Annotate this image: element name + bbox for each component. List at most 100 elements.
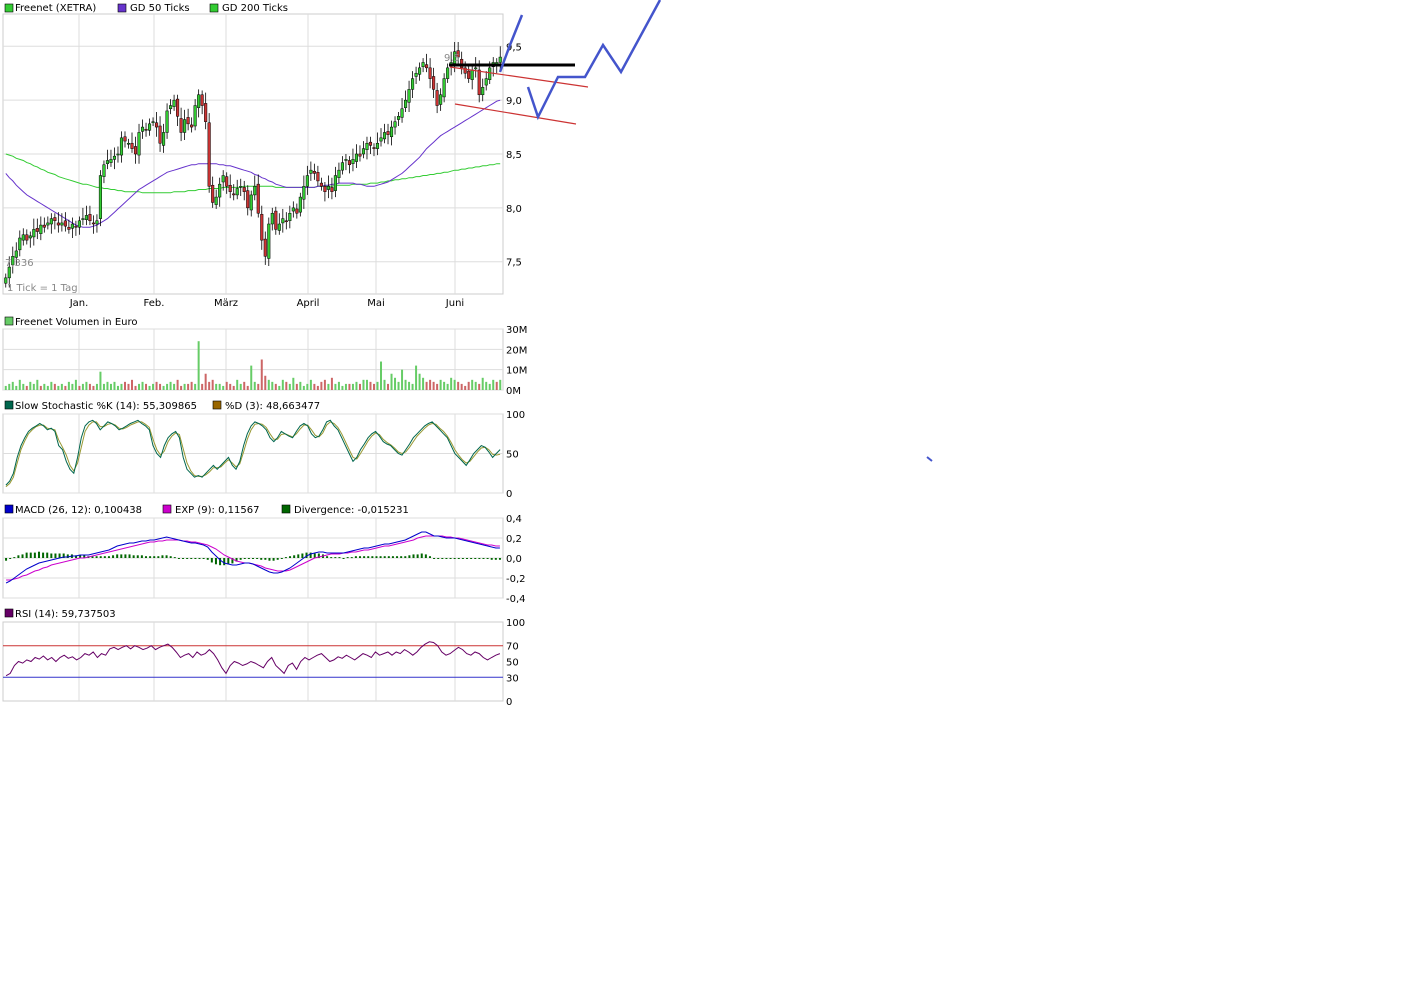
candle-body: [253, 186, 257, 196]
volume-bar: [116, 385, 119, 390]
price-tick-label: 9,0: [506, 96, 522, 107]
volume-bar: [232, 385, 235, 390]
volume-bar: [78, 385, 81, 390]
volume-bar: [85, 381, 88, 390]
volume-bar: [218, 383, 221, 390]
candle-body: [60, 222, 64, 226]
divergence-bar: [466, 558, 469, 559]
chart-canvas: Freenet (XETRA) GD 50 Ticks GD 200 Ticks…: [2, 0, 933, 708]
volume-tick-label: 0M: [506, 386, 521, 397]
candle-body: [155, 122, 159, 128]
volume-bar: [102, 383, 105, 390]
volume-bar: [180, 385, 183, 390]
legend-swatch-rsi: [4, 608, 14, 618]
divergence-bar: [293, 555, 296, 558]
divergence-bar: [482, 558, 485, 559]
candle-body: [375, 142, 380, 149]
divergence-bar: [379, 556, 382, 558]
volume-bar: [285, 381, 288, 390]
volume-bar: [236, 379, 239, 390]
rsi-tick-label: 70: [506, 642, 519, 653]
volume-bar: [383, 379, 386, 390]
month-label: Jan.: [69, 298, 89, 309]
divergence-bar: [165, 555, 168, 558]
candle-body: [74, 225, 78, 228]
divergence-bar: [42, 552, 45, 558]
candle-body: [211, 184, 215, 203]
divergence-bar: [445, 558, 448, 559]
divergence-bar: [326, 556, 329, 558]
volume-frame: [2, 328, 504, 391]
divergence-bar: [412, 554, 415, 558]
candle-body: [158, 125, 162, 144]
volume-bar: [67, 381, 70, 390]
rsi-tick-label: 30: [506, 673, 519, 684]
volume-bar: [271, 381, 274, 390]
divergence-bar: [474, 558, 477, 559]
divergence-bar: [21, 554, 24, 558]
divergence-bar: [252, 558, 254, 559]
divergence-bar: [120, 554, 123, 558]
volume-bar: [450, 377, 453, 390]
volume-bar: [274, 383, 277, 390]
candle-body: [277, 223, 281, 231]
divergence-bar: [494, 558, 497, 560]
volume-bar: [387, 383, 390, 390]
volume-bar: [372, 383, 375, 390]
candle-body: [25, 234, 29, 241]
candle-body: [46, 222, 50, 226]
volume-bar: [341, 385, 344, 390]
divergence-bar: [437, 558, 440, 559]
divergence-bar: [367, 556, 370, 558]
legend-freenet: Freenet (XETRA): [15, 3, 96, 14]
divergence-bar: [29, 552, 32, 558]
divergence-bar: [173, 557, 176, 559]
volume-bar: [460, 383, 463, 390]
volume-bar: [39, 385, 42, 390]
candle-body: [35, 228, 39, 232]
candle-body: [337, 169, 341, 178]
candle-body: [225, 176, 229, 187]
price-tick-label: 8,5: [506, 150, 522, 161]
volume-bar: [432, 381, 435, 390]
volume-bar: [394, 377, 397, 390]
divergence-bar: [383, 556, 386, 558]
volume-bar: [492, 379, 495, 390]
candle-body: [95, 220, 99, 225]
divergence-bar: [428, 556, 431, 558]
volume-bar: [246, 385, 249, 390]
volume-bar: [457, 381, 460, 390]
candle-body: [498, 56, 502, 63]
candle-body: [84, 215, 88, 220]
divergence-bar: [457, 558, 460, 559]
legend-volume: Freenet Volumen in Euro: [15, 317, 137, 328]
divergence-bar: [214, 558, 217, 565]
candle-body: [77, 220, 81, 228]
divergence-bar: [95, 556, 98, 558]
stochastic-tick-label: 50: [506, 450, 519, 461]
month-label: Juni: [445, 298, 464, 309]
candle-body: [274, 210, 278, 230]
divergence-bar: [239, 558, 242, 560]
divergence-bar: [99, 556, 102, 558]
volume-bar: [201, 383, 204, 390]
candle-body: [488, 67, 492, 80]
divergence-bar: [124, 554, 127, 558]
price-tick-label: 7,5: [506, 258, 522, 269]
divergence-bar: [350, 557, 353, 559]
candle-body: [467, 70, 471, 79]
candle-body: [330, 187, 334, 192]
volume-bar: [92, 385, 95, 390]
volume-bar: [194, 383, 197, 390]
candle-body: [242, 187, 246, 192]
candle-body: [351, 159, 355, 164]
volume-bar: [309, 379, 312, 390]
stochastic-tick-label: 100: [506, 410, 525, 421]
candle-body: [372, 147, 376, 149]
rsi-y-ticks: 100 70 50 30 0: [506, 618, 525, 708]
volume-bar: [253, 381, 256, 390]
divergence-bar: [9, 558, 12, 559]
candle-body: [218, 183, 222, 198]
volume-bar: [152, 383, 155, 390]
candle-body: [98, 175, 102, 219]
